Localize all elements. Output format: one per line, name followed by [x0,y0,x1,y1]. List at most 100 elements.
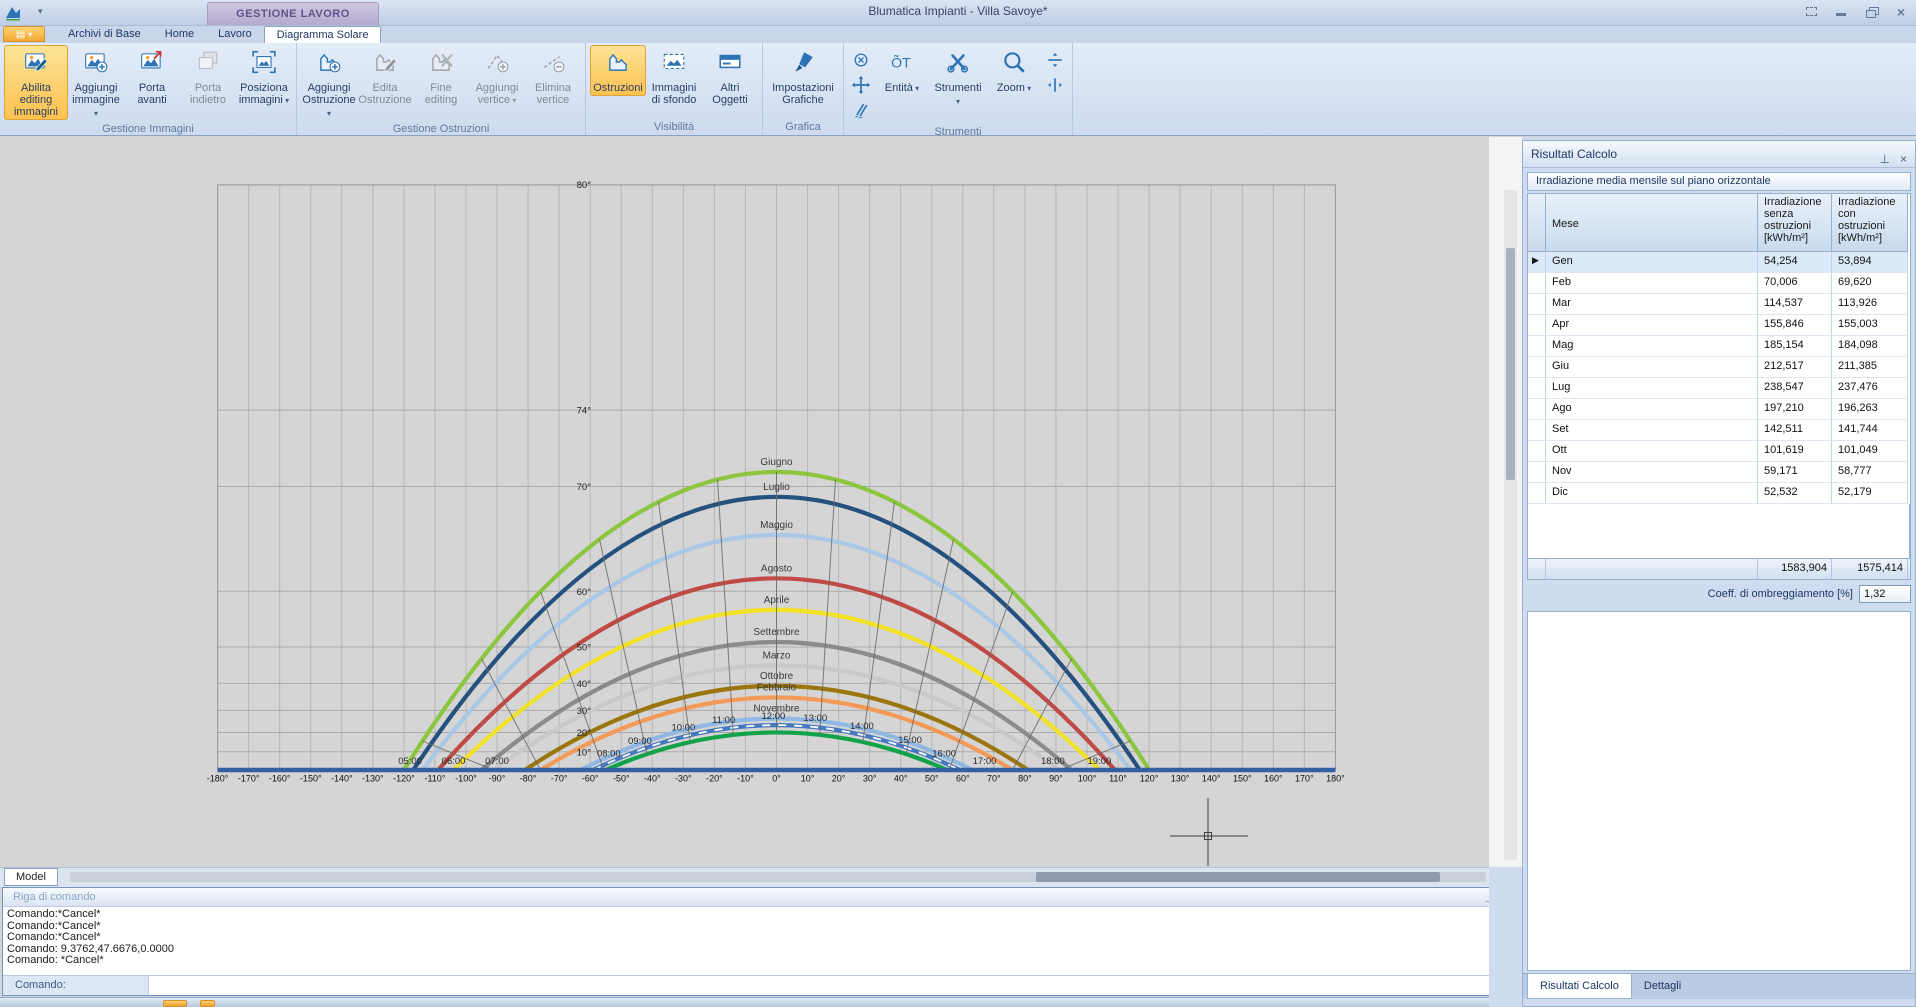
cell-mese: Giu [1546,357,1758,378]
hour-label: 10:00 [671,723,695,734]
cell-mese: Nov [1546,462,1758,483]
aggiungi-vertice-button[interactable]: Aggiungi vertice ▾ [469,45,525,109]
restore-button[interactable] [1862,5,1880,18]
split-h-icon[interactable] [1044,49,1066,71]
table-row-apr[interactable]: Apr155,846155,003 [1528,315,1910,336]
group-caption: Gestione Immagini [4,122,292,137]
table-row-mar[interactable]: Mar114,537113,926 [1528,294,1910,315]
svg-text:10°: 10° [801,774,815,784]
table-row-ott[interactable]: Ott101,619101,049 [1528,441,1910,462]
immagini-di-sfondo-button[interactable]: Immagini di sfondo [646,45,702,108]
circle-x-icon[interactable] [850,49,872,71]
chevron-down-icon: ▾ [956,97,960,106]
elimina-vertice-button[interactable]: Elimina vertice [525,45,581,108]
tab-home[interactable]: Home [153,26,206,43]
column-header-senza[interactable]: Irradiazione senza ostruzioni [kWh/m²] [1758,194,1832,252]
svg-text:170°: 170° [1295,774,1314,784]
bring-forward-icon [139,49,165,80]
button-label: Posiziona immagini ▾ [238,82,290,107]
porta-indietro-button[interactable]: Porta indietro [180,45,236,108]
table-row-nov[interactable]: Nov59,17158,777 [1528,462,1910,483]
move-icon[interactable] [850,74,872,96]
fit-window-button[interactable] [1802,5,1820,18]
application-window: ▾ GESTIONE LAVORO Blumatica Impianti - V… [0,0,1916,1007]
row-indicator [1528,441,1546,462]
entit-button[interactable]: ÕTEntità ▾ [874,45,930,97]
close-icon[interactable]: × [1900,146,1907,172]
abilita-editing-immagini-button[interactable]: Abilita editing immagini [4,45,68,120]
svg-text:-20°: -20° [706,774,723,784]
table-row-feb[interactable]: Feb70,00669,620 [1528,273,1910,294]
edita-ostruzione-button[interactable]: Edita Ostruzione [357,45,413,108]
drawing-canvas[interactable]: -180°-170°-160°-150°-140°-130°-120°-110°… [0,137,1489,867]
table-row-gen[interactable]: ▶Gen54,25453,894 [1528,252,1910,273]
svg-text:110°: 110° [1109,774,1127,784]
aggiungi-immagine-button[interactable]: Aggiungi immagine ▾ [68,45,124,122]
table-row-ago[interactable]: Ago197,210196,263 [1528,399,1910,420]
button-label: Impostazioni Grafiche [769,82,837,106]
position-images-icon [251,49,277,80]
table-row-mag[interactable]: Mag185,154184,098 [1528,336,1910,357]
cell-con: 53,894 [1832,252,1908,273]
altri-oggetti-button[interactable]: Altri Oggetti [702,45,758,108]
command-history-line: Comando: *Cancel* [7,955,1487,967]
table-header-row: MeseIrradiazione senza ostruzioni [kWh/m… [1528,194,1910,252]
other-objects-icon [717,49,743,80]
close-button[interactable]: × [1892,5,1910,18]
panel-tab-risultati-calcolo[interactable]: Risultati Calcolo [1527,974,1632,999]
table-row-set[interactable]: Set142,511141,744 [1528,420,1910,441]
svg-text:80°: 80° [577,180,592,191]
canvas-horizontal-scrollbar-thumb[interactable] [1036,872,1440,882]
svg-text:150°: 150° [1233,774,1252,784]
table-row-giu[interactable]: Giu212,517211,385 [1528,357,1910,378]
svg-text:-180°: -180° [207,774,229,784]
fine-editing-button[interactable]: Fine editing [413,45,469,108]
hatch-icon[interactable] [850,99,872,121]
split-v-icon[interactable] [1044,74,1066,96]
table-row-dic[interactable]: Dic52,53252,179 [1528,483,1910,504]
cell-senza: 155,846 [1758,315,1832,336]
hour-label: 15:00 [898,735,922,746]
column-header-con[interactable]: Irradiazione con ostruzioni [kWh/m²] [1832,194,1908,252]
model-tab[interactable]: Model [4,868,58,886]
crosshair-cursor [1170,798,1248,866]
svg-text:40°: 40° [577,679,592,690]
chevron-down-icon: ▾ [1025,84,1031,93]
column-header-mese[interactable]: Mese [1546,194,1758,252]
strumenti-button[interactable]: Strumenti ▾ [930,45,986,110]
cell-con: 52,179 [1832,483,1908,504]
coeff-label: Coeff. di ombreggiamento [%] [1708,588,1853,600]
tab-lavoro[interactable]: Lavoro [206,26,264,43]
obstructions-icon [605,49,631,80]
quick-access-caret[interactable]: ▾ [38,6,43,17]
cell-mese: Lug [1546,378,1758,399]
command-input[interactable] [149,976,1515,995]
table-row-lug[interactable]: Lug238,547237,476 [1528,378,1910,399]
hour-label: 05:00 [398,756,422,767]
button-label: Aggiungi Ostruzione ▾ [302,82,355,120]
svg-text:ÕT: ÕT [891,54,911,70]
cell-con: 101,049 [1832,441,1908,462]
ribbon-group-gestione-ostruzioni: Aggiungi Ostruzione ▾Edita OstruzioneFin… [297,43,586,135]
svg-text:-130°: -130° [362,774,384,784]
pin-icon[interactable]: ⊥ [1880,146,1890,172]
impostazioni-grafiche-button[interactable]: Impostazioni Grafiche [767,45,839,108]
group-caption: Grafica [767,120,839,135]
entities-icon: ÕT [889,49,915,80]
minimize-button[interactable] [1832,5,1850,18]
porta-avanti-button[interactable]: Porta avanti [124,45,180,108]
posiziona-immagini-button[interactable]: Posiziona immagini ▾ [236,45,292,109]
hour-label: 06:00 [442,756,466,767]
panel-tab-dettagli[interactable]: Dettagli [1632,974,1693,999]
file-menu-button[interactable]: ▤ ▾ [3,26,45,42]
ostruzioni-button[interactable]: Ostruzioni [590,45,646,96]
cell-con: 141,744 [1832,420,1908,441]
total-con: 1575,414 [1832,559,1908,579]
title-bar: ▾ GESTIONE LAVORO Blumatica Impianti - V… [0,0,1916,26]
svg-text:120°: 120° [1140,774,1159,784]
tab-diagramma-solare[interactable]: Diagramma Solare [264,26,382,43]
zoom-button[interactable]: Zoom ▾ [986,45,1042,97]
aggiungi-ostruzione-button[interactable]: Aggiungi Ostruzione ▾ [301,45,357,122]
tab-archivi-di-base[interactable]: Archivi di Base [56,26,153,43]
canvas-vertical-scrollbar-thumb[interactable] [1506,248,1515,480]
